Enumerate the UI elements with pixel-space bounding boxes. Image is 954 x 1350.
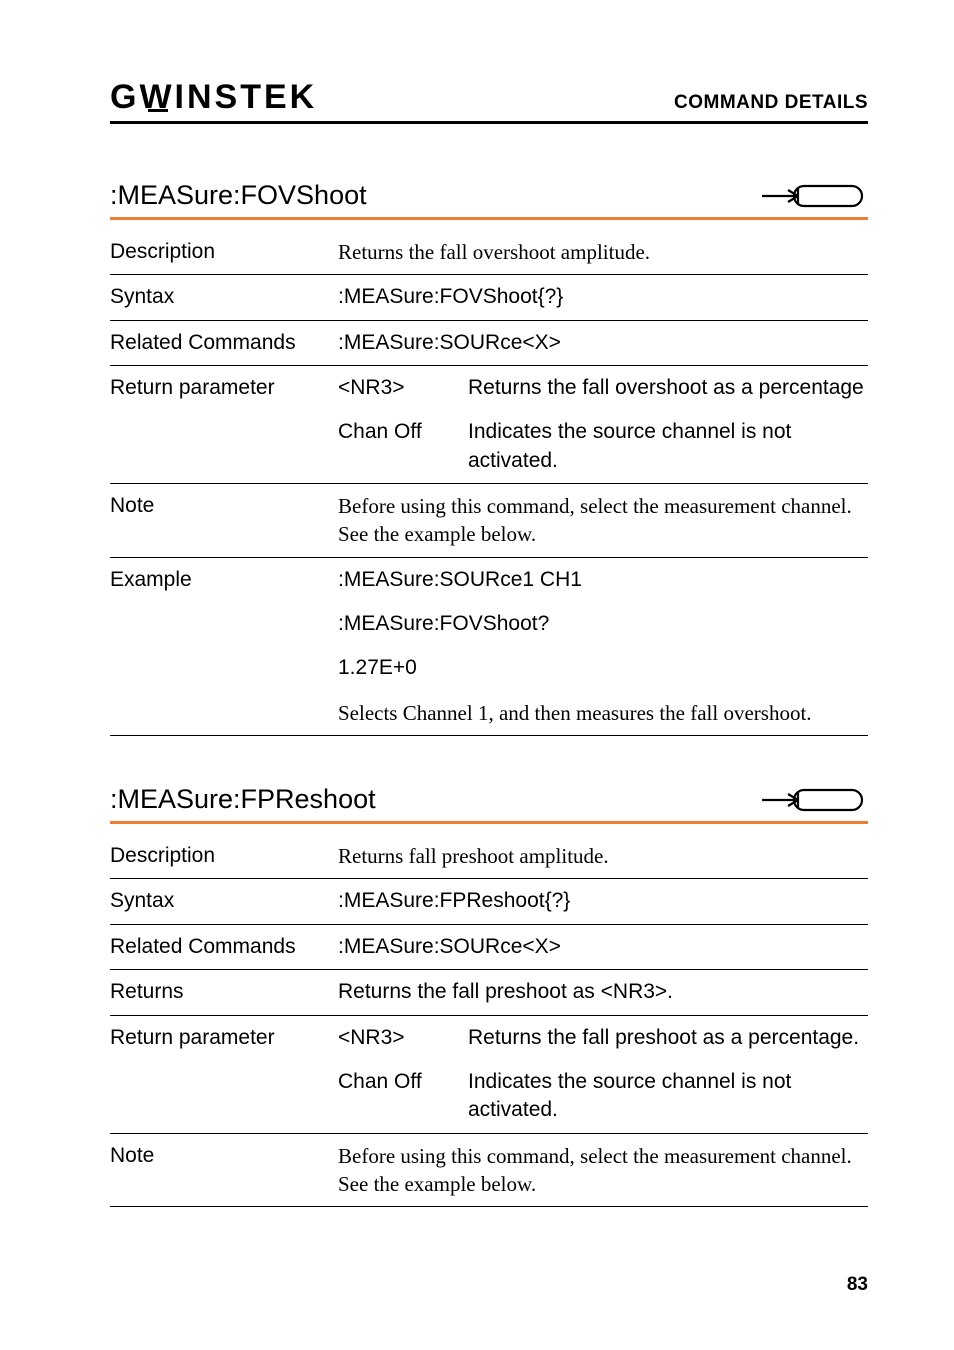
param-desc: Returns the fall preshoot as a percentag… — [468, 1015, 868, 1060]
row-label: Description — [110, 834, 338, 879]
param-key: Chan Off — [338, 410, 468, 483]
table-row: NoteBefore using this command, select th… — [110, 484, 868, 558]
table-row: Selects Channel 1, and then measures the… — [110, 691, 868, 736]
table-row: Return parameter<NR3>Returns the fall pr… — [110, 1015, 868, 1060]
row-label: Syntax — [110, 879, 338, 924]
section-label: COMMAND DETAILS — [674, 92, 868, 114]
row-value: :MEASure:FPReshoot{?} — [338, 879, 868, 924]
table-row: Chan OffIndicates the source channel is … — [110, 1060, 868, 1133]
page-content: :MEASure:FOVShootDescriptionReturns the … — [110, 180, 868, 1207]
row-label — [110, 1060, 338, 1133]
row-label — [110, 602, 338, 646]
table-row: DescriptionReturns the fall overshoot am… — [110, 230, 868, 275]
row-label: Return parameter — [110, 1015, 338, 1060]
row-label — [110, 691, 338, 736]
command-title: :MEASure:FPReshoot — [110, 784, 376, 815]
command-heading: :MEASure:FOVShoot — [110, 180, 868, 220]
row-value: Returns the fall overshoot amplitude. — [338, 230, 868, 275]
table-row: Related Commands:MEASure:SOURce<X> — [110, 320, 868, 365]
row-value: 1.27E+0 — [338, 646, 868, 690]
row-value: :MEASure:FOVShoot{?} — [338, 275, 868, 320]
table-row: Chan OffIndicates the source channel is … — [110, 410, 868, 483]
row-value: Returns fall preshoot amplitude. — [338, 834, 868, 879]
spec-table: DescriptionReturns fall preshoot amplitu… — [110, 834, 868, 1207]
param-key: Chan Off — [338, 1060, 468, 1133]
row-label: Description — [110, 230, 338, 275]
row-value: :MEASure:SOURce<X> — [338, 320, 868, 365]
row-label: Related Commands — [110, 924, 338, 969]
table-row: NoteBefore using this command, select th… — [110, 1133, 868, 1207]
row-label: Note — [110, 1133, 338, 1207]
table-row: Related Commands:MEASure:SOURce<X> — [110, 924, 868, 969]
row-label: Return parameter — [110, 366, 338, 411]
table-row: :MEASure:FOVShoot? — [110, 602, 868, 646]
logo-underline — [148, 109, 168, 112]
command-heading: :MEASure:FPReshoot — [110, 784, 868, 824]
spec-table: DescriptionReturns the fall overshoot am… — [110, 230, 868, 736]
table-row: ReturnsReturns the fall preshoot as <NR3… — [110, 970, 868, 1015]
table-row: 1.27E+0 — [110, 646, 868, 690]
row-label — [110, 646, 338, 690]
query-icon — [760, 182, 868, 210]
param-key: <NR3> — [338, 1015, 468, 1060]
param-desc: Indicates the source channel is not acti… — [468, 410, 868, 483]
param-desc: Indicates the source channel is not acti… — [468, 1060, 868, 1133]
row-value: :MEASure:SOURce1 CH1 — [338, 557, 868, 602]
row-label: Example — [110, 557, 338, 602]
row-label: Returns — [110, 970, 338, 1015]
command-title: :MEASure:FOVShoot — [110, 180, 367, 211]
row-value: Before using this command, select the me… — [338, 1133, 868, 1207]
param-desc: Returns the fall overshoot as a percenta… — [468, 366, 868, 411]
row-value: :MEASure:SOURce<X> — [338, 924, 868, 969]
header-bar: GWINSTEK COMMAND DETAILS — [110, 78, 868, 124]
query-icon — [760, 786, 868, 814]
row-value: Selects Channel 1, and then measures the… — [338, 691, 868, 736]
table-row: Syntax:MEASure:FPReshoot{?} — [110, 879, 868, 924]
logo-text: GWINSTEK — [110, 78, 317, 116]
table-row: Syntax:MEASure:FOVShoot{?} — [110, 275, 868, 320]
row-label — [110, 410, 338, 483]
row-value: Before using this command, select the me… — [338, 484, 868, 558]
row-label: Related Commands — [110, 320, 338, 365]
row-label: Syntax — [110, 275, 338, 320]
table-row: Return parameter<NR3>Returns the fall ov… — [110, 366, 868, 411]
row-label: Note — [110, 484, 338, 558]
table-row: DescriptionReturns fall preshoot amplitu… — [110, 834, 868, 879]
row-value: :MEASure:FOVShoot? — [338, 602, 868, 646]
table-row: Example:MEASure:SOURce1 CH1 — [110, 557, 868, 602]
brand-logo: GWINSTEK — [110, 78, 317, 117]
param-key: <NR3> — [338, 366, 468, 411]
page-number: 83 — [847, 1274, 868, 1296]
row-value: Returns the fall preshoot as <NR3>. — [338, 970, 868, 1015]
